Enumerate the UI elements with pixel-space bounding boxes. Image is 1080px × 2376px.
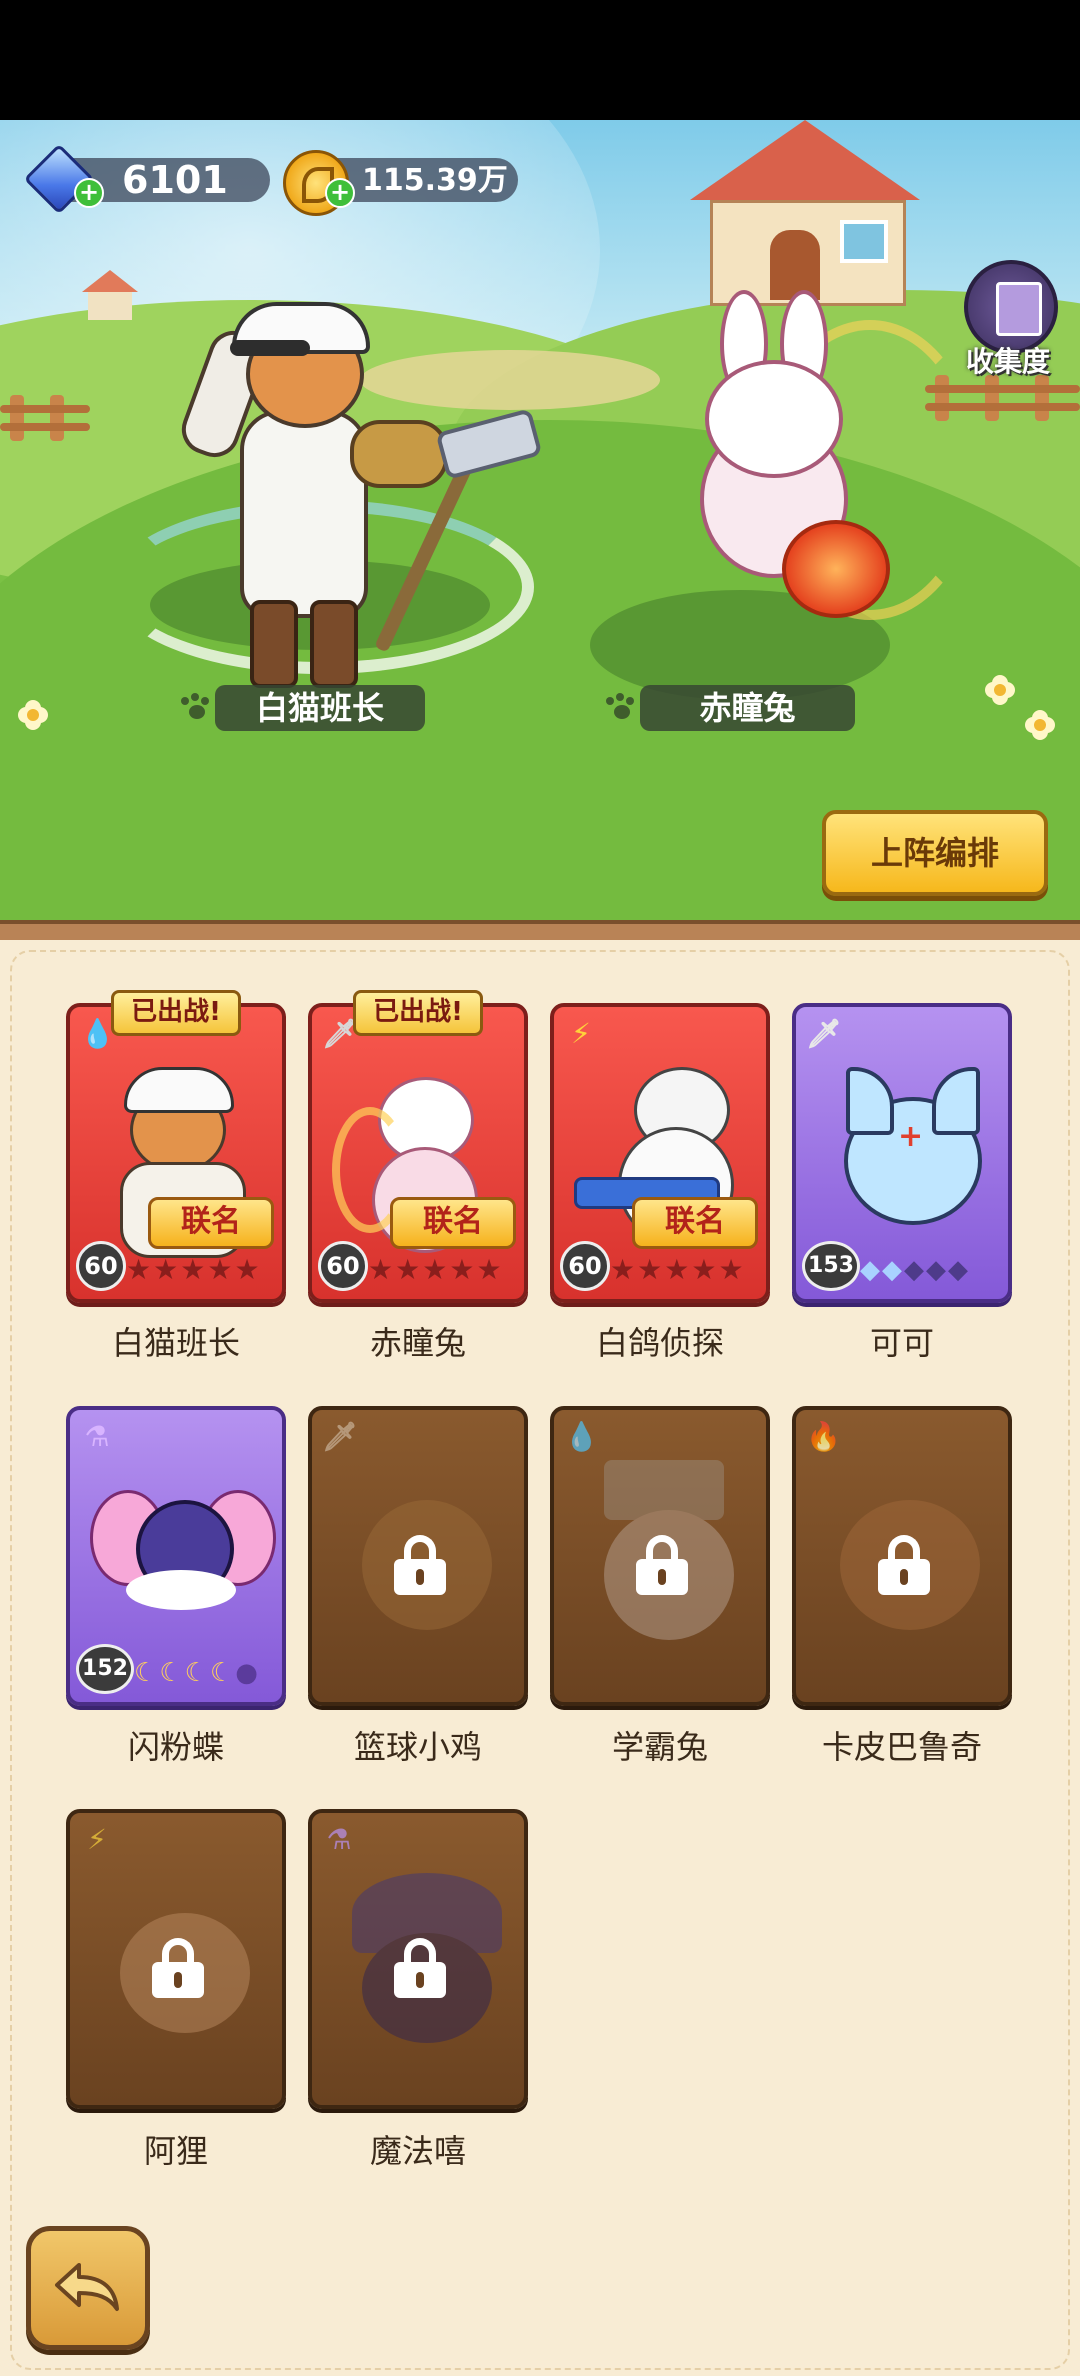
character-card-coco[interactable]: + 🗡 153 ◆ ◆ ◆ ◆ ◆ (792, 1003, 1012, 1303)
sword-element-icon: 🗡 (322, 1017, 358, 1050)
hero-right-name: 赤瞳兔 (699, 689, 796, 727)
lightning-element-icon: ⚡ (571, 1017, 591, 1050)
lock-icon (876, 1535, 932, 1595)
lightning-element-icon: ⚡ (87, 1823, 107, 1856)
character-card-capybaluqi[interactable]: 🔥 (792, 1406, 1012, 1706)
sword-element-icon: 🗡 (322, 1420, 358, 1453)
character-card-basketball-chick[interactable]: 🗡 (308, 1406, 528, 1706)
level-badge: 153 (802, 1241, 860, 1291)
level-badge: 152 (76, 1644, 134, 1694)
back-arrow-icon (55, 2263, 119, 2311)
potion-element-icon: ⚗ (84, 1420, 110, 1453)
lock-icon (392, 1535, 448, 1595)
collab-badge: 联名 (632, 1197, 758, 1249)
status-bar (0, 0, 1080, 120)
character-card-glitter-butterfly[interactable]: ⚗ 152 ☾ ☾ ☾ ☾ ● (66, 1406, 286, 1706)
character-name: 白鸽侦探 (595, 1324, 724, 1362)
glitter-butterfly-portrait (90, 1450, 276, 1640)
lock-icon (634, 1535, 690, 1595)
deployed-badge: 已出战! (111, 990, 241, 1036)
level-badge: 60 (560, 1241, 610, 1291)
water-element-icon: 💧 (564, 1420, 599, 1453)
character-name: 白猫班长 (111, 1324, 240, 1362)
character-card-white-cat[interactable]: 💧 联名 60 ★ ★ ★ ★ ★ (66, 1003, 286, 1303)
hero-scene: 6101 + 115.39万 + 收集度 白猫班长 赤瞳兔 上阵编排 (0, 120, 1080, 930)
character-card-magic-xi[interactable]: ⚗ (308, 1809, 528, 2109)
level-badge: 60 (318, 1241, 368, 1291)
fire-element-icon: 🔥 (806, 1420, 841, 1453)
hero-left-nameplate: 白猫班长 (181, 685, 425, 731)
character-name: 阿狸 (143, 2132, 208, 2170)
lock-icon (392, 1938, 448, 1998)
paw-icon (181, 693, 211, 723)
character-name: 卡皮巴鲁奇 (821, 1728, 982, 1766)
character-name: 学霸兔 (611, 1728, 708, 1766)
sword-element-icon: 🗡 (806, 1017, 842, 1050)
hero-left-name: 白猫班长 (255, 689, 384, 727)
formation-button[interactable]: 上阵编排 (822, 810, 1048, 896)
character-card-ali[interactable]: ⚡ (66, 1809, 286, 2109)
character-name: 可可 (869, 1324, 934, 1362)
star-rating: ★ ★ ★ ★ ★ (368, 1253, 502, 1286)
character-card-scholar-rabbit[interactable]: 💧 (550, 1406, 770, 1706)
character-name: 篮球小鸡 (353, 1728, 482, 1766)
potion-element-icon: ⚗ (326, 1823, 352, 1856)
back-button[interactable] (26, 2226, 150, 2350)
paw-icon (606, 693, 636, 723)
character-name: 魔法嘻 (369, 2132, 466, 2170)
character-card-red-eye-rabbit[interactable]: 🗡 联名 60 ★ ★ ★ ★ ★ (308, 1003, 528, 1303)
water-element-icon: 💧 (80, 1017, 115, 1050)
level-badge: 60 (76, 1241, 126, 1291)
collab-badge: 联名 (390, 1197, 516, 1249)
coco-portrait: + (816, 1047, 988, 1237)
character-name: 闪粉蝶 (127, 1728, 224, 1766)
star-rating: ★ ★ ★ ★ ★ (126, 1253, 260, 1286)
star-rating: ☾ ☾ ☾ ☾ ● (134, 1658, 258, 1688)
deployed-badge: 已出战! (353, 990, 483, 1036)
star-rating: ◆ ◆ ◆ ◆ ◆ (860, 1255, 968, 1285)
character-name: 赤瞳兔 (369, 1324, 466, 1362)
star-rating: ★ ★ ★ ★ ★ (610, 1253, 744, 1286)
character-card-white-dove-detective[interactable]: ⚡ 联名 60 ★ ★ ★ ★ ★ (550, 1003, 770, 1303)
lock-icon (150, 1938, 206, 1998)
hero-right-nameplate: 赤瞳兔 (606, 685, 855, 731)
collab-badge: 联名 (148, 1197, 274, 1249)
